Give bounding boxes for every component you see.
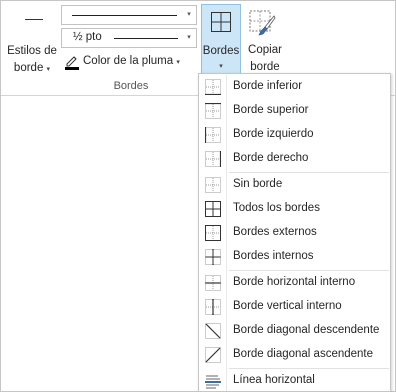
diagonal-down-border-icon	[205, 323, 221, 339]
chevron-down-icon[interactable]: ▾	[182, 6, 196, 24]
menu-item-label: Bordes externos	[233, 226, 317, 238]
diagonal-up-border-icon	[205, 347, 221, 363]
menu-item-label: Bordes internos	[233, 250, 314, 262]
menu-item-diagonal-down-border[interactable]: Borde diagonal descendente	[200, 319, 390, 343]
line-style-dropdown[interactable]: ▾	[61, 5, 197, 25]
menu-item-border-top[interactable]: Borde superior	[200, 99, 390, 123]
all-borders-icon	[205, 201, 221, 217]
line-weight-preview	[114, 38, 178, 39]
pen-color-button[interactable]: Color de la pluma ▾	[61, 53, 191, 71]
border-styles-label-line1: Estilos de	[7, 45, 57, 57]
menu-item-horizontal-line[interactable]: Línea horizontal	[200, 369, 390, 392]
menu-item-border-left[interactable]: Borde izquierdo	[200, 123, 390, 147]
menu-item-label: Borde superior	[233, 104, 309, 116]
menu-item-label: Borde izquierdo	[233, 128, 314, 140]
border-top-icon	[205, 103, 221, 119]
chevron-down-icon[interactable]: ▾	[182, 29, 196, 47]
border-left-icon	[205, 127, 221, 143]
menu-item-label: Borde diagonal ascendente	[233, 348, 374, 360]
menu-item-label: Borde horizontal interno	[233, 276, 356, 288]
menu-item-label: Todos los bordes	[233, 202, 320, 214]
menu-item-label: Borde diagonal descendente	[233, 324, 380, 336]
menu-item-label: Línea horizontal	[233, 374, 315, 386]
borders-dropdown-menu: Borde inferior Borde superior Borde izqu…	[198, 73, 391, 392]
menu-item-label: Sin borde	[233, 178, 283, 190]
border-styles-label-line2: borde ▾	[13, 62, 51, 74]
menu-item-label: Borde inferior	[233, 80, 303, 92]
menu-item-border-right[interactable]: Borde derecho	[200, 147, 390, 171]
borders-label: Bordes	[202, 45, 240, 57]
border-painter-label-line1: Copiar	[248, 44, 282, 56]
chevron-down-icon: ▾	[176, 59, 180, 66]
menu-item-border-bottom[interactable]: Borde inferior	[200, 75, 390, 99]
menu-item-label: Borde vertical interno	[233, 300, 342, 312]
inside-vertical-border-icon	[205, 299, 221, 315]
chevron-down-icon: ▾	[46, 66, 51, 73]
line-weight-dropdown[interactable]: ½ pto ▾	[61, 28, 197, 48]
menu-item-inside-borders[interactable]: Bordes internos	[200, 245, 390, 269]
outside-borders-icon	[205, 225, 221, 241]
line-weight-value: ½ pto	[73, 31, 102, 43]
borders-button[interactable]: Bordes ▾	[201, 4, 241, 76]
menu-item-inside-vertical-border[interactable]: Borde vertical interno	[200, 295, 390, 319]
border-right-icon	[205, 151, 221, 167]
menu-item-label: Borde derecho	[233, 152, 309, 164]
inside-borders-icon	[205, 249, 221, 265]
all-borders-icon	[211, 12, 231, 32]
border-bottom-icon	[205, 79, 221, 95]
pen-color-icon	[65, 56, 79, 70]
no-border-icon	[205, 177, 221, 193]
border-painter-button[interactable]: Copiar borde	[244, 4, 286, 76]
menu-item-diagonal-up-border[interactable]: Borde diagonal ascendente	[200, 343, 390, 367]
inside-horizontal-border-icon	[205, 275, 221, 291]
group-label: Bordes	[113, 80, 149, 92]
chevron-down-icon: ▾	[219, 63, 223, 70]
border-styles-button[interactable]: Estilos de borde ▾	[5, 5, 57, 75]
menu-item-all-borders[interactable]: Todos los bordes	[200, 197, 390, 221]
pen-color-label: Color de la pluma ▾	[83, 55, 180, 67]
menu-item-outside-borders[interactable]: Bordes externos	[200, 221, 390, 245]
menu-item-no-border[interactable]: Sin borde	[200, 173, 390, 197]
menu-item-inside-horizontal-border[interactable]: Borde horizontal interno	[200, 271, 390, 295]
line-style-preview	[72, 15, 177, 16]
horizontal-line-icon	[205, 375, 221, 389]
border-painter-icon	[249, 10, 276, 36]
border-painter-label-line2: borde	[250, 61, 280, 73]
border-style-line-icon	[25, 19, 43, 20]
